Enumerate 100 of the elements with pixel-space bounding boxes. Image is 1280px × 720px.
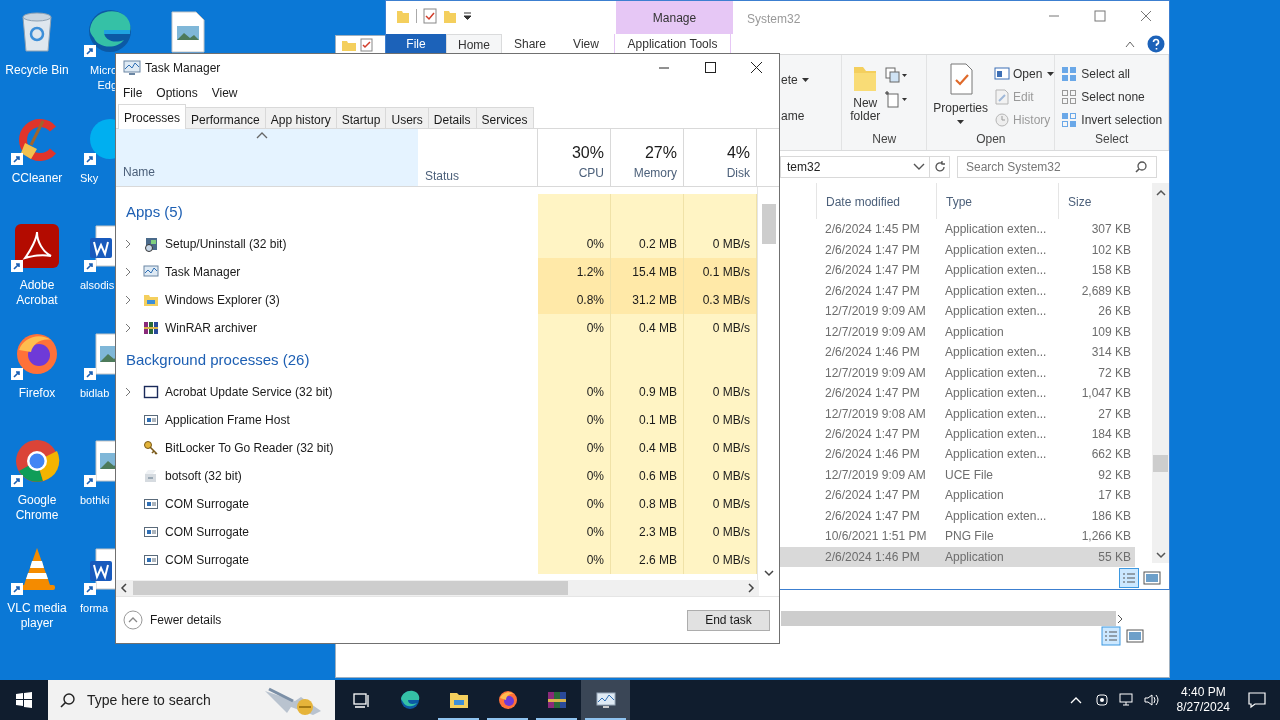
table-cell-text: 2/6/2024 1:47 PM (825, 262, 921, 280)
process-name[interactable]: Windows Explorer (3) (165, 291, 280, 309)
process-name[interactable]: COM Surrogate (165, 551, 250, 569)
properties-icon[interactable] (360, 38, 374, 52)
dropdown-caret-icon[interactable] (801, 78, 809, 82)
vertical-scrollbar[interactable] (757, 187, 779, 580)
column-header[interactable]: Size (1058, 183, 1131, 220)
thumbnail-view-icon[interactable] (1126, 628, 1144, 644)
ribbon-tab[interactable]: File (386, 34, 446, 54)
expand-chevron-icon[interactable] (125, 295, 131, 305)
ribbon-button[interactable]: Select all (1061, 65, 1168, 83)
process-name[interactable]: Task Manager (165, 263, 241, 281)
speaker-icon[interactable] (1142, 692, 1161, 708)
ribbon-tab[interactable]: Share (502, 34, 558, 54)
tab[interactable]: Services (476, 107, 534, 128)
horizontal-scrollbar[interactable] (116, 580, 759, 596)
network-icon[interactable] (1118, 692, 1135, 708)
icon-label[interactable]: Firefox (18, 385, 56, 401)
column-header[interactable]: Name (116, 129, 418, 186)
image-file-icon[interactable] (170, 10, 206, 54)
help-icon[interactable] (1147, 35, 1165, 53)
tab[interactable]: Details (428, 107, 477, 128)
ribbon-button-label[interactable]: ame (781, 107, 842, 125)
collapse-ribbon-icon[interactable] (1125, 40, 1135, 48)
tab[interactable]: Users (386, 107, 429, 128)
dropdown-caret-icon[interactable] (463, 12, 472, 20)
ribbon-button-label[interactable]: ete (781, 71, 798, 89)
vertical-scrollbar[interactable] (1152, 183, 1169, 563)
icon-label[interactable]: Recycle Bin (5, 63, 69, 78)
ribbon-tab[interactable]: Application Tools (614, 34, 731, 54)
expand-chevron-icon[interactable] (125, 267, 131, 277)
table-cell: 0 MB/s (684, 314, 757, 342)
icon-label[interactable]: bidlab (80, 385, 110, 401)
camera-icon[interactable] (1093, 692, 1110, 708)
process-name[interactable]: COM Surrogate (165, 523, 250, 541)
column-header[interactable]: 30% CPU (538, 129, 611, 186)
tab[interactable]: Startup (336, 107, 387, 128)
scrollbar-thumb[interactable] (781, 611, 1116, 626)
properties-button[interactable]: Properties (933, 63, 988, 130)
icon-label[interactable]: VLC media player (7, 600, 67, 631)
swirl-icon[interactable] (86, 7, 134, 55)
menu-item[interactable]: Options (156, 84, 198, 102)
scroll-right-icon[interactable] (1116, 614, 1124, 624)
table-cell-text: Application exten... (945, 282, 1048, 300)
chevron-up-icon[interactable] (1069, 696, 1082, 704)
properties-icon[interactable] (423, 8, 437, 24)
end-task-button[interactable]: End task (687, 609, 770, 631)
expand-chevron-icon[interactable] (125, 387, 131, 397)
menu-item[interactable]: View (211, 84, 238, 102)
search-field[interactable]: Type here to search (48, 680, 335, 720)
clock[interactable]: 4:40 PM 8/27/2024 (1172, 685, 1234, 715)
notification-icon[interactable] (1247, 690, 1267, 710)
icon-label[interactable]: bothki (80, 493, 110, 508)
new-item-icon[interactable] (884, 67, 909, 83)
dropdown-caret-icon (1047, 72, 1055, 76)
ribbon-tab[interactable]: Home (446, 34, 502, 54)
ribbon-tab[interactable]: View (558, 34, 614, 54)
tab[interactable]: Performance (186, 107, 266, 128)
expand-chevron-icon[interactable] (125, 323, 131, 333)
search-field[interactable]: Search System32 (957, 156, 1157, 178)
column-header[interactable]: 27% Memory (611, 129, 684, 186)
scrollbar-thumb[interactable] (133, 581, 568, 595)
new-folder-button[interactable]: New folder (850, 63, 881, 123)
taskbar-button[interactable] (581, 680, 630, 720)
icon-label[interactable]: Adobe Acrobat (16, 278, 58, 308)
process-name[interactable]: Setup/Uninstall (32 bit) (165, 235, 287, 253)
file-row[interactable]: 2/6/2024 1:46 PM Application 55 KB (780, 546, 1135, 568)
icon-label[interactable]: Google Chrome (15, 493, 59, 523)
monitor-chart-icon (595, 690, 616, 710)
thumbnail-view-icon[interactable] (1143, 570, 1161, 586)
expand-chevron-icon[interactable] (125, 239, 131, 249)
icon-label[interactable]: Sky (80, 170, 99, 186)
menu-item[interactable]: File (123, 84, 143, 102)
process-name[interactable]: WinRAR archiver (165, 319, 257, 337)
ribbon-button[interactable]: Invert selection (1061, 111, 1168, 129)
tab[interactable]: Processes (118, 104, 187, 129)
easy-access-icon[interactable] (884, 91, 909, 109)
tab[interactable]: App history (265, 107, 337, 128)
process-name[interactable]: botsoft (32 bit) (165, 467, 242, 485)
icon-label[interactable]: CCleaner (11, 170, 63, 186)
column-header[interactable]: Status (418, 129, 538, 186)
ribbon-button[interactable]: Open (994, 65, 1055, 83)
scrollbar-thumb[interactable] (1153, 455, 1168, 472)
refresh-button[interactable] (930, 156, 950, 178)
globe-icon[interactable] (13, 437, 61, 485)
process-name[interactable]: Acrobat Update Service (32 bit) (165, 383, 333, 401)
document-icon[interactable] (13, 222, 61, 270)
scrollbar-thumb[interactable] (761, 204, 776, 244)
icon-label[interactable]: forma (80, 600, 109, 616)
icon-label[interactable]: alsodis (80, 278, 115, 293)
ribbon-button[interactable]: Select none (1061, 88, 1168, 106)
column-header[interactable]: Type (936, 183, 1058, 220)
process-name[interactable]: BitLocker To Go Reader (32 bit) (165, 439, 334, 457)
process-name[interactable]: Application Frame Host (165, 411, 290, 429)
address-bar[interactable]: tem32 (780, 156, 930, 178)
column-header[interactable]: 4% Disk (684, 129, 757, 186)
column-header[interactable]: Date modified (816, 183, 936, 220)
fewer-details-button[interactable]: Fewer details (123, 610, 222, 630)
process-name[interactable]: COM Surrogate (165, 495, 250, 513)
details-view-icon[interactable] (1119, 568, 1139, 588)
